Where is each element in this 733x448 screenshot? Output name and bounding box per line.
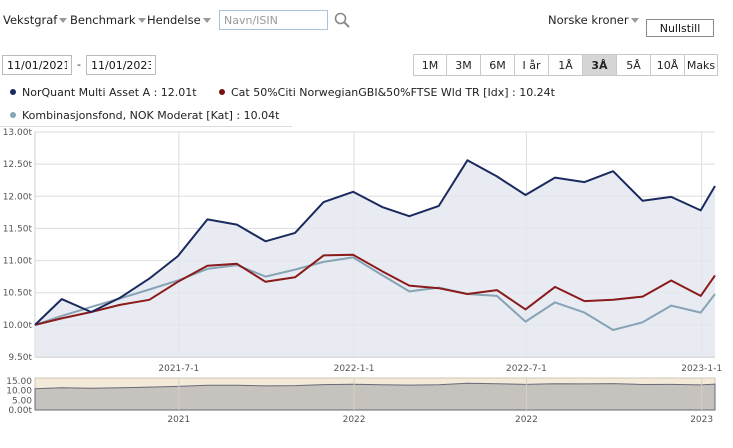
event-dropdown[interactable]: Hendelse [147, 13, 211, 27]
y-tick-label: 10.50t [3, 289, 33, 299]
series-area-norquant [35, 160, 715, 357]
legend-label: Cat 50%Citi NorwegianGBI&50%FTSE Wld TR … [231, 86, 555, 99]
currency-label: Norske kroner [548, 13, 629, 27]
legend-label: NorQuant Multi Asset A : 12.01t [22, 86, 197, 99]
currency-dropdown[interactable]: Norske kroner [548, 13, 639, 27]
y-tick-label: 12.00t [3, 192, 33, 202]
chevron-down-icon [137, 18, 146, 23]
growth-chart[interactable]: 9.50t 10.00t 10.50t 11.00t 11.50t 12.00t 12.50… [0, 125, 733, 375]
period-5y-button[interactable]: 5Å [617, 55, 651, 75]
navigator-chart[interactable]: 15.0010.005.000.00t 2021 2022 2022 2023 [0, 374, 733, 428]
benchmark-dropdown[interactable]: Benchmark [70, 13, 146, 27]
legend-item-benchmark[interactable]: Cat 50%Citi NorwegianGBI&50%FTSE Wld TR … [219, 86, 555, 99]
period-3m-button[interactable]: 3M [447, 55, 481, 75]
period-1m-button[interactable]: 1M [414, 55, 447, 75]
toolbar: Vekstgraf Benchmark Hendelse Norske kron… [0, 0, 733, 44]
date-to-input[interactable] [86, 55, 156, 75]
y-tick-label: 11.00t [3, 257, 33, 267]
date-separator: - [77, 58, 81, 71]
reset-button[interactable]: Nullstill [646, 19, 714, 37]
benchmark-label: Benchmark [70, 13, 136, 27]
period-ytd-button[interactable]: I år [515, 55, 549, 75]
y-tick-label: 9.50t [8, 353, 32, 363]
legend-dot [10, 112, 16, 118]
period-1y-button[interactable]: 1Å [549, 55, 583, 75]
chevron-down-icon [202, 18, 211, 23]
y-tick-label: 11.50t [3, 224, 33, 234]
graph-type-label: Vekstgraf [3, 13, 58, 27]
x-tick-label: 2022-7-1 [506, 364, 547, 374]
period-6m-button[interactable]: 6M [481, 55, 515, 75]
search-input[interactable] [219, 10, 328, 30]
legend-item-norquant[interactable]: NorQuant Multi Asset A : 12.01t [10, 86, 197, 99]
navigator-series-area [34, 382, 716, 411]
navigator-x-label: 2022 [515, 415, 538, 425]
x-tick-label: 2023-1-1 [681, 364, 722, 374]
search-icon[interactable] [333, 11, 351, 29]
navigator-x-label: 2021 [167, 415, 190, 425]
navigator-y-tick-label: 10.00 [6, 387, 32, 397]
x-tick-label: 2022-1-1 [334, 364, 375, 374]
period-10y-button[interactable]: 10Å [651, 55, 685, 75]
event-label: Hendelse [147, 13, 201, 27]
y-tick-label: 12.50t [3, 160, 33, 170]
navigator-y-tick-label: 15.00 [6, 377, 32, 387]
navigator-y-tick-label: 5.00 [12, 396, 32, 406]
chevron-down-icon [59, 18, 68, 23]
date-from-input[interactable] [2, 55, 72, 75]
period-max-button[interactable]: Maks [685, 55, 717, 75]
navigator-x-label: 2023 [690, 415, 713, 425]
graph-type-dropdown[interactable]: Vekstgraf [3, 13, 68, 27]
x-tick-label: 2021-7-1 [158, 364, 199, 374]
legend-label: Kombinasjonsfond, NOK Moderat [Kat] : 10… [22, 109, 280, 122]
legend-item-category[interactable]: Kombinasjonsfond, NOK Moderat [Kat] : 10… [10, 109, 279, 122]
legend-dot [219, 89, 225, 95]
y-tick-label: 13.00t [3, 128, 33, 138]
period-selector: 1M 3M 6M I år 1Å 3Å 5Å 10Å Maks [413, 54, 718, 76]
navigator-x-label: 2022 [343, 415, 366, 425]
navigator-y-tick-label: 0.00t [8, 406, 32, 416]
y-tick-label: 10.00t [3, 321, 33, 331]
chevron-down-icon [630, 18, 639, 23]
period-3y-button[interactable]: 3Å [583, 55, 617, 75]
legend-dot [10, 89, 16, 95]
